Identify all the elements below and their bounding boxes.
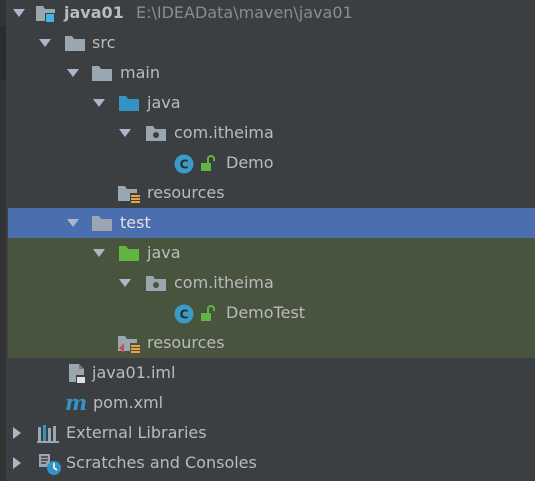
tree-node-iml[interactable]: java01.iml xyxy=(0,358,535,388)
maven-icon: m xyxy=(64,391,90,415)
test-resources-folder-icon xyxy=(117,334,141,355)
tree-node-scratches[interactable]: Scratches and Consoles xyxy=(0,448,535,478)
class-icon: C xyxy=(173,153,195,174)
node-label: test xyxy=(120,213,151,232)
scratches-icon xyxy=(37,452,63,475)
tree-node-external-libraries[interactable]: External Libraries xyxy=(0,418,535,448)
unlock-icon xyxy=(199,305,215,325)
svg-text:C: C xyxy=(180,158,189,172)
node-label: resources xyxy=(147,333,225,352)
chevron-down-icon[interactable] xyxy=(92,246,106,260)
package-icon xyxy=(145,124,167,144)
chevron-down-icon[interactable] xyxy=(118,126,132,140)
package-icon xyxy=(145,274,167,294)
tree-node-main-java[interactable]: java xyxy=(0,88,535,118)
node-label: java xyxy=(147,243,181,262)
node-label: Scratches and Consoles xyxy=(66,453,257,472)
node-label: main xyxy=(120,63,160,82)
root-path: E:\IDEAData\maven\java01 xyxy=(136,3,353,22)
tree-node-main-resources[interactable]: resources xyxy=(0,178,535,208)
tree-node-demo[interactable]: C Demo xyxy=(0,148,535,178)
svg-text:C: C xyxy=(180,308,189,322)
folder-icon xyxy=(64,34,86,54)
iml-file-icon xyxy=(66,363,88,384)
unlock-icon xyxy=(199,155,215,175)
root-name: java01 xyxy=(64,3,124,22)
chevron-down-icon[interactable] xyxy=(118,276,132,290)
node-label: resources xyxy=(147,183,225,202)
module-folder-icon xyxy=(34,3,56,23)
chevron-right-icon[interactable] xyxy=(10,426,24,440)
node-label: External Libraries xyxy=(66,423,207,442)
chevron-down-icon[interactable] xyxy=(66,66,80,80)
resources-folder-icon xyxy=(117,184,141,205)
tree-node-test-resources[interactable]: resources xyxy=(8,328,535,358)
source-folder-icon xyxy=(118,94,140,114)
chevron-down-icon[interactable] xyxy=(12,6,26,20)
node-label: com.itheima xyxy=(174,273,274,292)
chevron-right-icon[interactable] xyxy=(10,456,24,470)
class-icon: C xyxy=(173,303,195,324)
node-label: src xyxy=(92,33,116,52)
svg-text:m: m xyxy=(65,391,87,415)
tree-node-java01[interactable]: java01 E:\IDEAData\maven\java01 xyxy=(0,0,535,28)
tree-node-main-package[interactable]: com.itheima xyxy=(0,118,535,148)
tree-node-test-package[interactable]: com.itheima xyxy=(8,268,535,298)
chevron-down-icon[interactable] xyxy=(66,216,80,230)
chevron-down-icon[interactable] xyxy=(38,36,52,50)
node-label: com.itheima xyxy=(174,123,274,142)
folder-icon xyxy=(91,64,113,84)
tree-node-pom[interactable]: m pom.xml xyxy=(0,388,535,418)
tree-node-test-java[interactable]: java xyxy=(8,238,535,268)
tree-node-main[interactable]: main xyxy=(0,58,535,88)
tree-node-test[interactable]: test xyxy=(8,208,535,238)
test-source-folder-icon xyxy=(118,244,140,264)
node-label: pom.xml xyxy=(93,393,164,412)
node-label: java xyxy=(147,93,181,112)
node-label: DemoTest xyxy=(226,303,306,322)
tree-node-src[interactable]: src xyxy=(0,28,535,58)
tree-node-demotest[interactable]: C DemoTest xyxy=(8,298,535,328)
library-icon xyxy=(37,423,59,443)
folder-icon xyxy=(91,214,113,234)
node-label: Demo xyxy=(226,153,274,172)
node-label: java01.iml xyxy=(92,363,176,382)
chevron-down-icon[interactable] xyxy=(92,96,106,110)
